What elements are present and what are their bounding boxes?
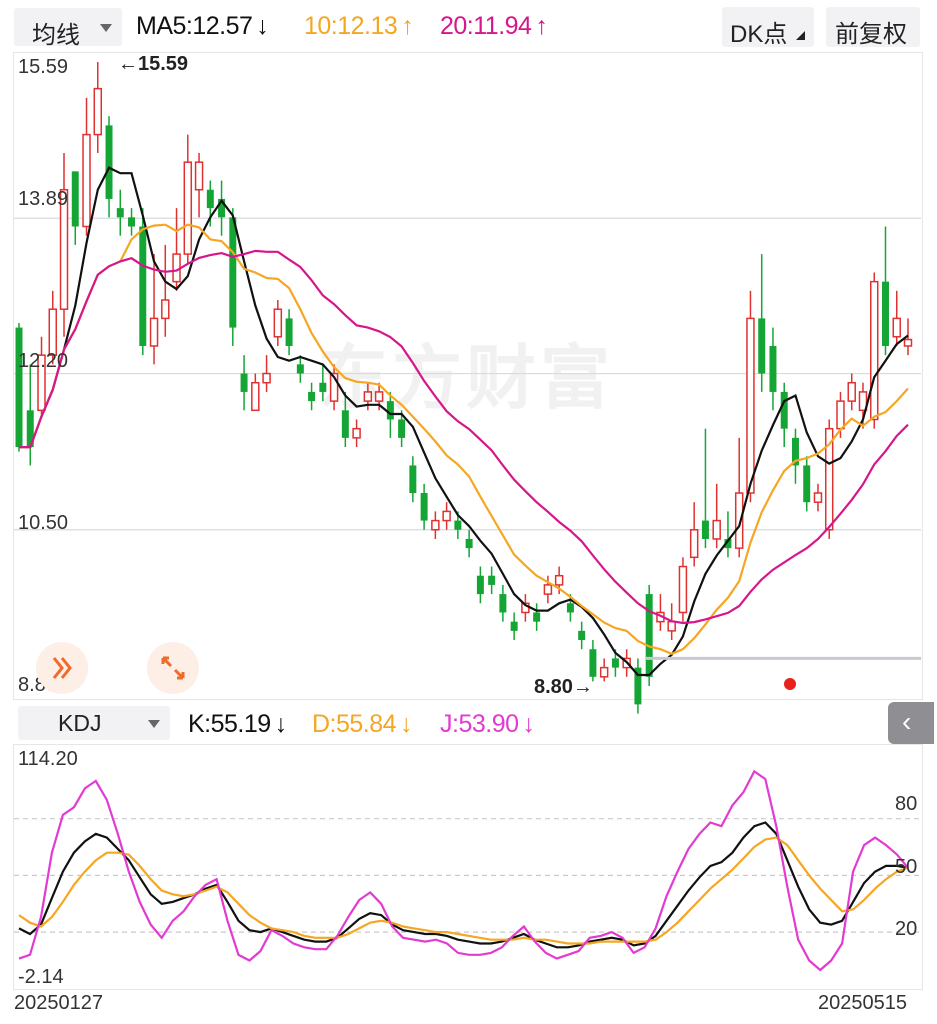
kdj-y-tick-label: 114.20 (18, 748, 78, 770)
kdj-y-tick-label: -2.14 (18, 966, 64, 988)
kdj-y-tick-label: 50 (895, 856, 918, 878)
kdj-y-tick-label: 20 (895, 918, 918, 940)
start-date-label: 20250127 (14, 992, 103, 1014)
kdj-chart[interactable] (0, 0, 937, 1024)
end-date-label: 20250515 (818, 992, 907, 1014)
kdj-k-line (18, 821, 909, 949)
kdj-y-tick-label: 80 (895, 793, 918, 815)
